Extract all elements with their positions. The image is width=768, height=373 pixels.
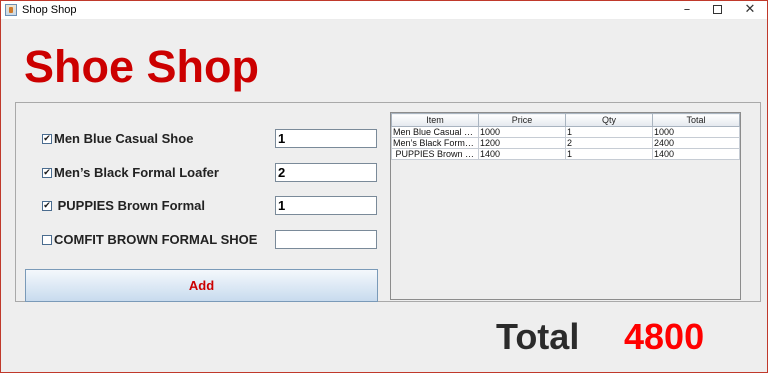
quantity-field[interactable]: 2 bbox=[275, 163, 377, 182]
cell-price[interactable]: 1400 bbox=[478, 148, 566, 160]
quantity-field[interactable]: 1 bbox=[275, 196, 377, 215]
column-header-total[interactable]: Total bbox=[652, 113, 740, 127]
maximize-button[interactable] bbox=[701, 1, 733, 19]
cell-qty[interactable]: 1 bbox=[565, 126, 653, 138]
cell-total[interactable]: 1000 bbox=[652, 126, 740, 138]
order-table: Item Price Qty Total Men Blue Casual Sh.… bbox=[390, 112, 741, 300]
column-header-item[interactable]: Item bbox=[391, 113, 479, 127]
item-label: Men Blue Casual Shoe bbox=[54, 131, 194, 146]
cell-item[interactable]: Men Blue Casual Sh... bbox=[391, 126, 479, 138]
total-value: 4800 bbox=[624, 316, 705, 357]
item-checkbox[interactable]: ✔ bbox=[42, 201, 52, 211]
item-label: Men’s Black Formal Loafer bbox=[54, 165, 219, 180]
table-header-row: Item Price Qty Total bbox=[391, 113, 740, 127]
item-checkbox[interactable]: ✔ bbox=[42, 134, 52, 144]
table-row[interactable]: PUPPIES Brown Fo... 1400 1 1400 bbox=[391, 148, 740, 160]
cell-item[interactable]: Men’s Black Formal ... bbox=[391, 137, 479, 149]
title-bar[interactable]: Shop Shop – ✕ bbox=[1, 1, 767, 20]
item-checkbox[interactable]: ✔ bbox=[42, 168, 52, 178]
cell-item[interactable]: PUPPIES Brown Fo... bbox=[391, 148, 479, 160]
cell-price[interactable]: 1000 bbox=[478, 126, 566, 138]
table-row[interactable]: Men’s Black Formal ... 1200 2 2400 bbox=[391, 137, 740, 149]
quantity-field[interactable] bbox=[275, 230, 377, 249]
item-label: PUPPIES Brown Formal bbox=[54, 198, 205, 213]
maximize-icon bbox=[712, 5, 722, 14]
cell-qty[interactable]: 1 bbox=[565, 148, 653, 160]
total-label: Total bbox=[496, 316, 580, 357]
add-button[interactable]: Add bbox=[25, 269, 378, 302]
quantity-field[interactable]: 1 bbox=[275, 129, 377, 148]
table-row[interactable]: Men Blue Casual Sh... 1000 1 1000 bbox=[391, 126, 740, 138]
column-header-qty[interactable]: Qty bbox=[565, 113, 653, 127]
window-title: Shop Shop bbox=[22, 4, 77, 16]
cell-qty[interactable]: 2 bbox=[565, 137, 653, 149]
app-window: Shop Shop – ✕ Shoe Shop ✔ Men Blue Casua… bbox=[0, 0, 768, 373]
cell-total[interactable]: 1400 bbox=[652, 148, 740, 160]
page-title: Shoe Shop bbox=[24, 41, 259, 92]
cell-price[interactable]: 1200 bbox=[478, 137, 566, 149]
cell-total[interactable]: 2400 bbox=[652, 137, 740, 149]
minimize-button[interactable]: – bbox=[671, 1, 703, 19]
item-label: COMFIT BROWN FORMAL SHOE bbox=[54, 232, 258, 247]
java-app-icon bbox=[5, 4, 17, 16]
close-button[interactable]: ✕ bbox=[734, 1, 766, 19]
column-header-price[interactable]: Price bbox=[478, 113, 566, 127]
item-checkbox[interactable] bbox=[42, 235, 52, 245]
